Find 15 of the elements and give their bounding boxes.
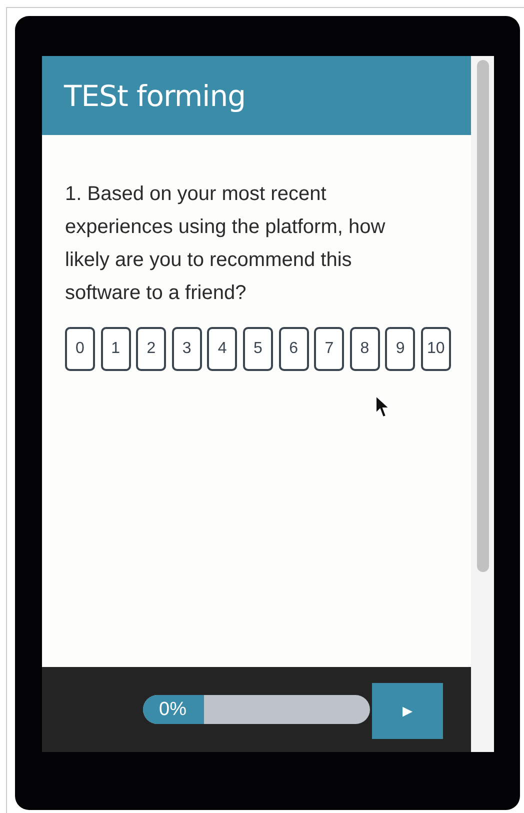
rating-option[interactable]: 2 — [136, 327, 166, 371]
rating-option[interactable]: 4 — [207, 327, 238, 371]
question-text: 1. Based on your most recent experiences using the platform, how likely are you to recommend this software to a friend? — [65, 182, 386, 306]
rating-option[interactable]: 7 — [314, 327, 344, 371]
form-title: TESt forming — [64, 78, 246, 112]
rating-option[interactable]: 5 — [242, 327, 273, 371]
rating-option[interactable]: 6 — [278, 327, 309, 371]
rating-option[interactable]: 10 — [420, 327, 451, 371]
progress-fill: 0% — [143, 695, 204, 724]
rating-option[interactable]: 0 — [65, 327, 95, 371]
rating-option[interactable]: 9 — [385, 327, 416, 371]
rating-option[interactable]: 3 — [172, 327, 202, 371]
rating-option[interactable]: 1 — [100, 327, 131, 371]
next-button[interactable]: ▸ — [372, 682, 443, 738]
rating-option[interactable]: 8 — [350, 327, 380, 371]
